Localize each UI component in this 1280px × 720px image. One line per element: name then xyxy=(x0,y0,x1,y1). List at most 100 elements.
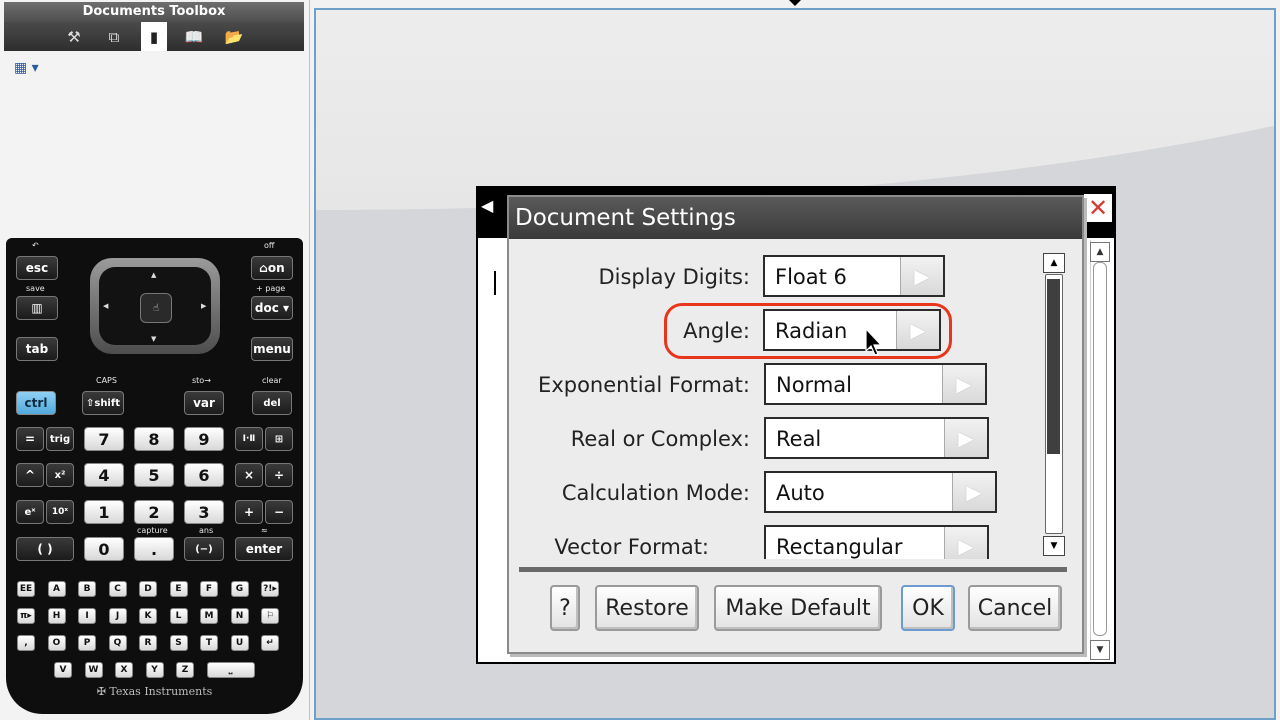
trig-key[interactable]: trig xyxy=(46,427,74,451)
chevron-right-icon[interactable]: ▶ xyxy=(900,257,943,295)
ctrl-key[interactable]: ctrl xyxy=(16,391,56,415)
key-9[interactable]: 9 xyxy=(184,427,224,451)
alpha-key[interactable]: ↵ xyxy=(261,635,279,651)
alpha-key[interactable]: C xyxy=(108,581,127,597)
alpha-key[interactable]: I xyxy=(78,608,96,624)
alpha-key[interactable]: R xyxy=(139,635,157,651)
alpha-key[interactable]: π▸ xyxy=(17,608,35,624)
tools-icon[interactable]: ⚒ xyxy=(61,24,87,50)
home-on-key[interactable]: ⌂on xyxy=(251,256,293,280)
exponential-format-select[interactable]: Normal ▶ xyxy=(764,363,987,405)
alpha-key[interactable]: B xyxy=(78,581,96,597)
key-6[interactable]: 6 xyxy=(184,463,224,487)
content-explorer-icon[interactable]: 📂 xyxy=(221,24,247,50)
alpha-key[interactable]: N xyxy=(230,608,249,624)
calculator-icon[interactable]: ▦ ▾ xyxy=(14,60,39,76)
del-key[interactable]: del xyxy=(252,391,292,415)
alpha-key[interactable]: A xyxy=(47,581,66,597)
cancel-button[interactable]: Cancel xyxy=(968,585,1062,631)
square-key[interactable]: x² xyxy=(46,463,74,487)
alpha-key[interactable]: Z xyxy=(176,662,194,678)
dialog-scroll-down-icon[interactable]: ▼ xyxy=(1043,536,1065,556)
menu-key[interactable]: menu xyxy=(251,337,293,361)
enter-key[interactable]: enter xyxy=(235,537,293,561)
alpha-key[interactable]: ⎵ xyxy=(206,662,255,678)
alpha-key[interactable]: E xyxy=(169,581,188,597)
key-2[interactable]: 2 xyxy=(134,500,174,524)
esc-key[interactable]: esc xyxy=(16,256,58,280)
help-button[interactable]: ? xyxy=(550,585,580,631)
alpha-key[interactable]: EE xyxy=(17,581,35,597)
alpha-key[interactable]: F xyxy=(200,581,218,597)
alpha-key[interactable]: U xyxy=(230,635,249,651)
page-scroll-track[interactable] xyxy=(1093,262,1107,636)
alpha-key[interactable]: J xyxy=(108,608,127,624)
minus-key[interactable]: − xyxy=(265,500,293,524)
chevron-right-icon[interactable]: ▶ xyxy=(944,527,987,559)
left-arrow-icon[interactable]: ◀ xyxy=(481,196,493,215)
display-digits-select[interactable]: Float 6 ▶ xyxy=(763,255,945,297)
alpha-key[interactable]: Y xyxy=(145,662,164,678)
alpha-key[interactable]: S xyxy=(169,635,188,651)
alpha-key[interactable]: P xyxy=(78,635,96,651)
alpha-key[interactable]: G xyxy=(230,581,249,597)
alpha-key[interactable]: W xyxy=(84,662,103,678)
ok-button[interactable]: OK xyxy=(901,585,955,631)
page-sorter-icon[interactable]: ⧉ xyxy=(101,24,127,50)
alpha-key[interactable]: , xyxy=(17,635,35,651)
alpha-key[interactable]: Q xyxy=(108,635,127,651)
touchpad-click-icon[interactable]: ☝ xyxy=(140,293,172,323)
page-scroll-up-icon[interactable]: ▲ xyxy=(1090,242,1110,262)
make-default-button[interactable]: Make Default xyxy=(714,585,882,631)
negative-key[interactable]: (−) xyxy=(184,537,224,561)
chevron-right-icon[interactable]: ▶ xyxy=(944,419,987,457)
dialog-scroll-thumb[interactable] xyxy=(1047,279,1060,454)
doc-key[interactable]: doc ▾ xyxy=(251,296,293,320)
template-key[interactable]: Ⅰ·Ⅱ xyxy=(235,427,263,451)
key-0[interactable]: 0 xyxy=(84,537,124,561)
equals-key[interactable]: = xyxy=(16,427,44,451)
vector-format-select[interactable]: Rectangular ▶ xyxy=(764,525,989,559)
touchpad[interactable]: ▲ ▼ ◀ ▶ ☝ xyxy=(90,258,220,354)
page-scroll-down-icon[interactable]: ▼ xyxy=(1090,640,1110,660)
key-1[interactable]: 1 xyxy=(84,500,124,524)
key-3[interactable]: 3 xyxy=(184,500,224,524)
alpha-key[interactable]: K xyxy=(139,608,157,624)
parentheses-key[interactable]: ( ) xyxy=(16,537,74,561)
key-8[interactable]: 8 xyxy=(134,427,174,451)
catalog-key[interactable]: ⊞ xyxy=(265,427,293,451)
alpha-key[interactable]: L xyxy=(169,608,188,624)
alpha-key[interactable]: M xyxy=(200,608,218,624)
utilities-icon[interactable]: 📖 xyxy=(181,24,207,50)
ten-power-key[interactable]: 10ˣ xyxy=(46,500,74,524)
divide-key[interactable]: ÷ xyxy=(265,463,293,487)
alpha-key[interactable]: V xyxy=(54,662,72,678)
var-key[interactable]: var xyxy=(184,391,224,415)
alpha-key[interactable]: H xyxy=(47,608,66,624)
close-icon[interactable]: ✕ xyxy=(1084,194,1112,222)
dialog-scroll-up-icon[interactable]: ▲ xyxy=(1043,253,1065,273)
restore-button[interactable]: Restore xyxy=(595,585,699,631)
alpha-key[interactable]: D xyxy=(139,581,157,597)
plus-key[interactable]: + xyxy=(235,500,263,524)
chevron-right-icon[interactable]: ▶ xyxy=(942,365,985,403)
alpha-key[interactable]: ?!▸ xyxy=(261,581,279,597)
alpha-key[interactable]: X xyxy=(115,662,133,678)
alpha-key[interactable]: ⚐ xyxy=(261,608,279,624)
key-decimal[interactable]: . xyxy=(134,537,174,561)
exp-key[interactable]: eˣ xyxy=(16,500,44,524)
tab-key[interactable]: tab xyxy=(16,337,58,361)
scratchpad-key[interactable]: ▥ xyxy=(16,296,58,320)
key-7[interactable]: 7 xyxy=(84,427,124,451)
caret-key[interactable]: ^ xyxy=(16,463,44,487)
alpha-key[interactable]: T xyxy=(200,635,218,651)
calculation-mode-select[interactable]: Auto ▶ xyxy=(764,471,997,513)
key-5[interactable]: 5 xyxy=(134,463,174,487)
multiply-key[interactable]: × xyxy=(235,463,263,487)
touchpad-surface[interactable]: ▲ ▼ ◀ ▶ ☝ xyxy=(99,267,211,345)
alpha-key[interactable]: O xyxy=(47,635,66,651)
handheld-icon[interactable]: ▮ xyxy=(141,22,167,51)
chevron-right-icon[interactable]: ▶ xyxy=(952,473,995,511)
real-or-complex-select[interactable]: Real ▶ xyxy=(764,417,989,459)
key-4[interactable]: 4 xyxy=(84,463,124,487)
